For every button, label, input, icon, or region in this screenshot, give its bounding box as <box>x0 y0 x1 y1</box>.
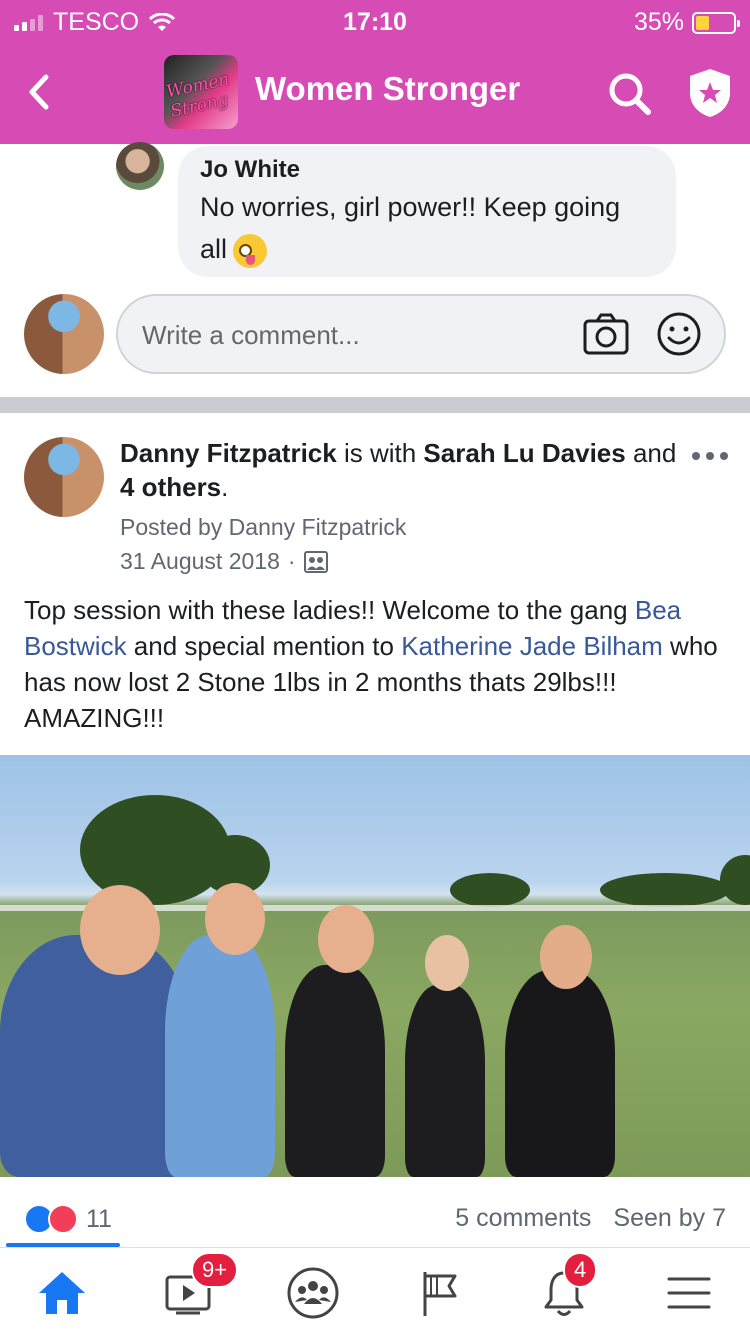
post-photo[interactable] <box>0 755 750 1177</box>
post-text-1: Top session with these ladies!! Welcome … <box>24 595 635 625</box>
post-text-2: and special mention to <box>126 631 402 661</box>
shield-star-icon[interactable] <box>686 67 734 119</box>
mention-katherine[interactable]: Katherine Jade Bilham <box>401 631 663 661</box>
comments-count[interactable]: 5 comments <box>455 1204 591 1233</box>
comment-input[interactable]: Write a comment... <box>116 294 726 374</box>
comment-text: No worries, girl power!! Keep going all <box>200 186 654 270</box>
post-header: Danny Fitzpatrick is with Sarah Lu Davie… <box>120 436 680 504</box>
reaction-summary[interactable]: 11 <box>24 1204 112 1234</box>
tagged-others[interactable]: 4 others <box>120 472 221 502</box>
love-reaction-icon <box>48 1204 78 1234</box>
group-audience-icon <box>303 550 328 573</box>
posted-by: Posted by Danny Fitzpatrick <box>120 514 407 540</box>
group-title[interactable]: Women Stronger <box>255 70 520 108</box>
seen-by[interactable]: Seen by 7 <box>613 1204 726 1233</box>
with-text: is with <box>336 438 424 468</box>
tab-home[interactable] <box>27 1258 97 1328</box>
and-text: and <box>625 438 677 468</box>
meta-separator: · <box>287 548 296 574</box>
reaction-count: 11 <box>86 1204 112 1233</box>
tab-groups[interactable] <box>278 1258 348 1328</box>
battery-percent: 35% <box>633 8 684 36</box>
post-date[interactable]: 31 August 2018 <box>120 548 280 575</box>
smile-icon[interactable] <box>656 311 702 357</box>
video-badge: 9+ <box>191 1252 239 1288</box>
post-meta: 31 August 2018 · <box>120 548 328 575</box>
comment-placeholder: Write a comment... <box>142 320 360 350</box>
groups-icon <box>287 1267 339 1319</box>
section-divider <box>0 397 750 413</box>
commenter-avatar[interactable] <box>116 142 164 190</box>
tab-notifications[interactable]: 4 <box>529 1252 599 1328</box>
home-icon <box>39 1272 85 1314</box>
status-bar: TESCO 17:10 35% <box>0 0 750 42</box>
comment-author[interactable]: Jo White <box>200 156 654 184</box>
menu-icon <box>667 1277 711 1309</box>
comment-bubble[interactable]: Jo White No worries, girl power!! Keep g… <box>178 146 676 277</box>
battery-icon <box>692 11 740 34</box>
tab-pages[interactable] <box>404 1258 474 1328</box>
post-body: Top session with these ladies!! Welcome … <box>24 592 726 736</box>
pages-flag-icon <box>423 1272 457 1316</box>
chevron-left-icon[interactable] <box>24 72 54 112</box>
current-user-avatar[interactable] <box>24 294 104 374</box>
more-options-icon[interactable] <box>692 452 728 464</box>
tab-video[interactable]: 9+ <box>153 1252 239 1328</box>
zany-face-emoji <box>233 233 268 268</box>
post-author[interactable]: Danny Fitzpatrick <box>120 438 337 468</box>
group-avatar[interactable]: Women Strong <box>164 55 238 129</box>
search-icon[interactable] <box>606 70 654 118</box>
post-stats: 5 comments Seen by 7 <box>455 1204 726 1233</box>
tab-menu[interactable] <box>654 1258 724 1328</box>
tagged-person[interactable]: Sarah Lu Davies <box>423 438 625 468</box>
status-right: 35% <box>633 8 740 37</box>
bottom-tab-bar: 9+ 4 <box>0 1247 750 1334</box>
top-bar: TESCO 17:10 35% Women Strong Women Stron… <box>0 0 750 144</box>
notifications-badge: 4 <box>563 1252 598 1288</box>
period: . <box>221 472 229 502</box>
camera-icon[interactable] <box>582 312 630 356</box>
post-author-avatar[interactable] <box>24 437 104 517</box>
